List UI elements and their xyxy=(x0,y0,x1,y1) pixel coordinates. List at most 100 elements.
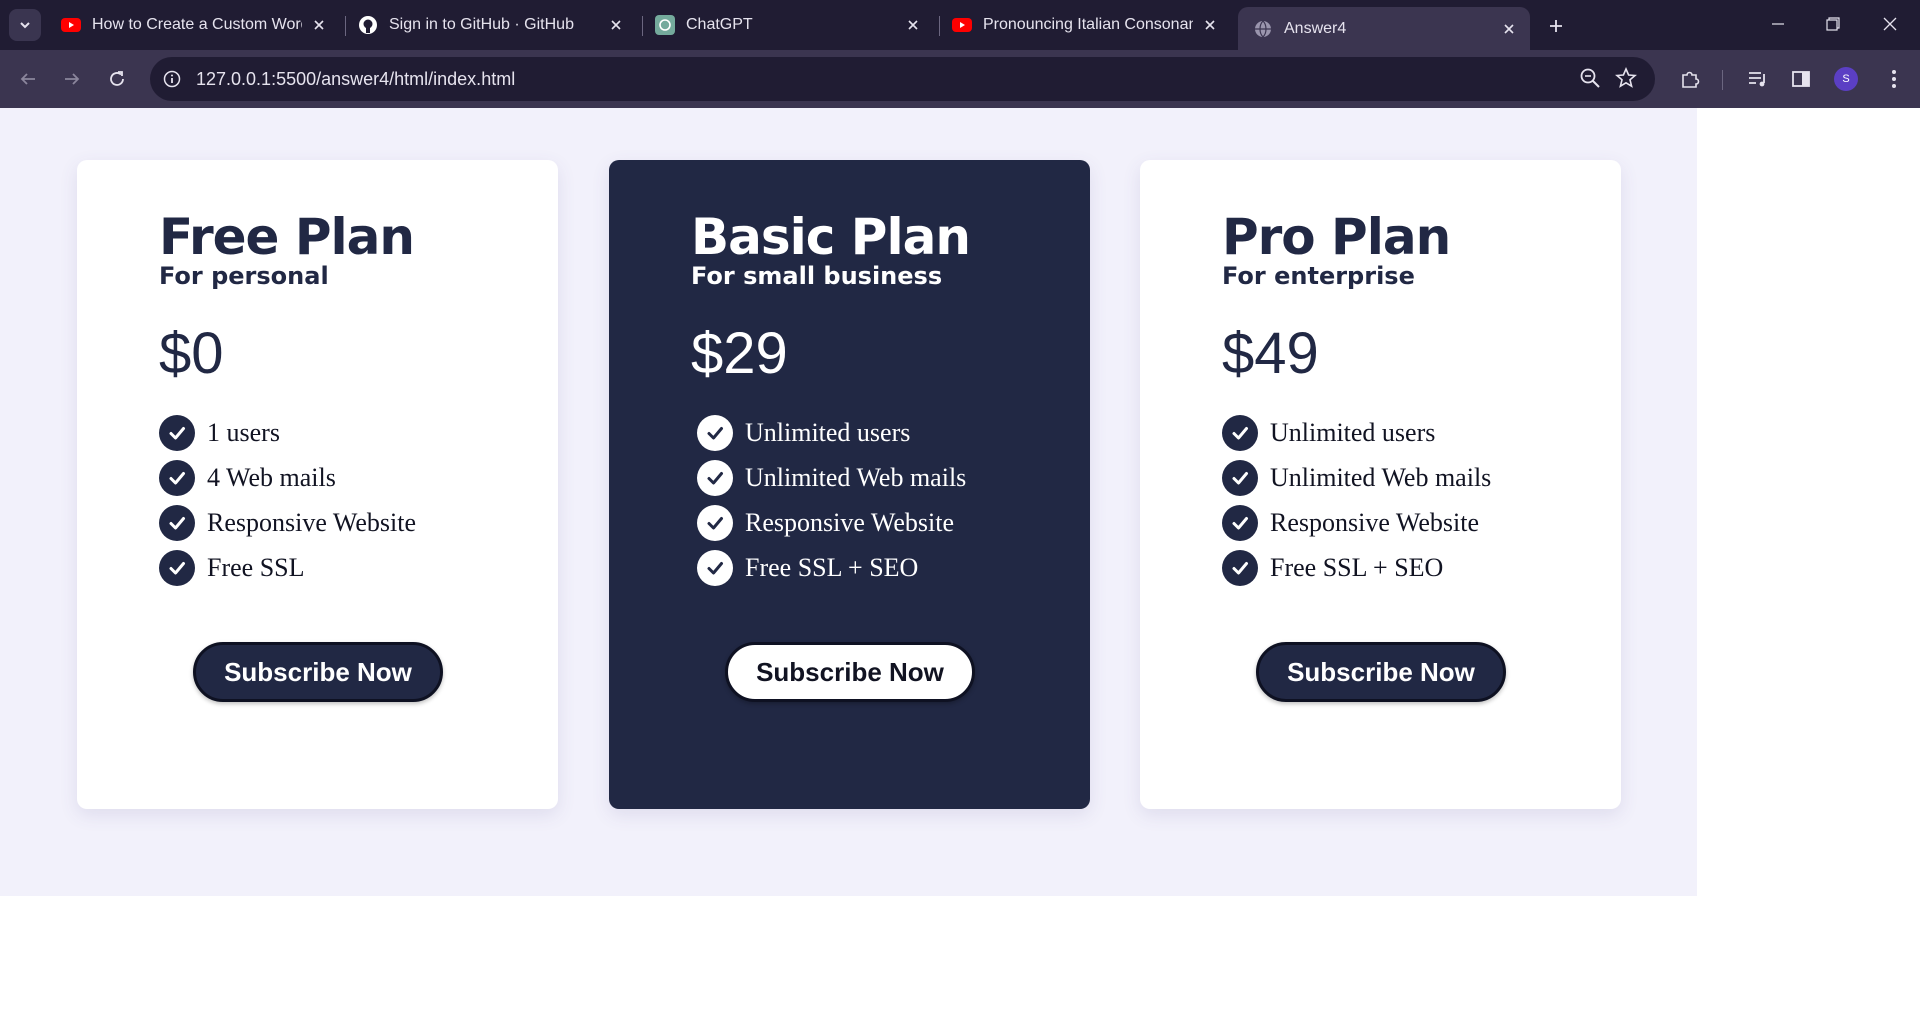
feature-text: Unlimited users xyxy=(745,417,911,447)
feature-list: 1 users 4 Web mails Responsive Website F… xyxy=(159,410,416,590)
check-circle-icon xyxy=(1222,414,1258,451)
media-controls-button[interactable] xyxy=(1743,65,1771,93)
subscribe-button[interactable]: Subscribe Now xyxy=(1256,642,1506,702)
feature-item: Unlimited users xyxy=(697,410,966,455)
feature-text: 1 users xyxy=(207,417,280,447)
youtube-icon xyxy=(60,14,82,36)
feature-item: 1 users xyxy=(159,410,416,455)
subscribe-button[interactable]: Subscribe Now xyxy=(725,642,975,702)
check-circle-icon xyxy=(697,549,733,586)
profile-avatar[interactable]: S xyxy=(1834,67,1858,91)
back-button[interactable] xyxy=(12,63,44,95)
browser-tab[interactable]: Sign in to GitHub · GitHub xyxy=(343,7,637,43)
feature-text: Responsive Website xyxy=(207,507,417,537)
check-circle-icon xyxy=(159,549,195,586)
plan-subtitle: For small business xyxy=(691,262,943,290)
check-circle-icon xyxy=(1222,459,1258,496)
arrow-left-icon xyxy=(20,73,35,85)
tab-search-button[interactable] xyxy=(9,9,41,41)
check-circle-icon xyxy=(697,459,733,496)
minimize-button[interactable] xyxy=(1760,8,1796,40)
pricing-card-free: Free Plan For personal $0 1 users 4 Web … xyxy=(77,160,558,809)
zoom-icon[interactable] xyxy=(1579,67,1603,91)
browser-tab[interactable]: Pronouncing Italian Consonants xyxy=(937,7,1231,43)
browser-menu-button[interactable] xyxy=(1880,65,1908,93)
tab-title: ChatGPT xyxy=(686,16,753,33)
github-icon xyxy=(357,14,379,36)
feature-text: Responsive Website xyxy=(745,507,955,537)
youtube-icon xyxy=(951,14,973,36)
bookmark-star-icon[interactable] xyxy=(1615,66,1639,91)
feature-list: Unlimited users Unlimited Web mails Resp… xyxy=(697,410,966,590)
forward-button[interactable] xyxy=(56,63,88,95)
tab-title: Pronouncing Italian Consonants xyxy=(983,16,1193,33)
close-window-button[interactable] xyxy=(1872,8,1908,40)
side-panel-button[interactable] xyxy=(1787,65,1815,93)
browser-tab-active[interactable]: Answer4 xyxy=(1238,7,1530,50)
close-icon[interactable] xyxy=(902,14,924,36)
feature-item: Responsive Website xyxy=(1222,500,1491,545)
pricing-page: Free Plan For personal $0 1 users 4 Web … xyxy=(0,108,1697,896)
feature-item: Unlimited Web mails xyxy=(1222,455,1491,500)
plan-price: $29 xyxy=(691,321,788,386)
plan-price: $0 xyxy=(159,321,224,386)
feature-text: 4 Web mails xyxy=(207,462,336,492)
extensions-button[interactable] xyxy=(1676,65,1704,93)
feature-text: Unlimited Web mails xyxy=(1270,462,1492,492)
close-icon xyxy=(1883,17,1897,31)
feature-item: Free SSL + SEO xyxy=(697,545,966,590)
check-circle-icon xyxy=(159,414,195,451)
check-circle-icon xyxy=(159,459,195,496)
toolbar-separator xyxy=(1722,70,1723,90)
check-circle-icon xyxy=(1222,504,1258,541)
tab-title: Sign in to GitHub · GitHub xyxy=(389,16,574,33)
more-vertical-icon xyxy=(1892,70,1896,88)
feature-text: Unlimited Web mails xyxy=(745,462,967,492)
feature-text: Responsive Website xyxy=(1270,507,1480,537)
plan-price: $49 xyxy=(1222,321,1319,386)
globe-icon xyxy=(1252,18,1274,40)
tab-title: How to Create a Custom WordP xyxy=(92,16,302,33)
feature-text: Unlimited users xyxy=(1270,417,1436,447)
pricing-card-basic: Basic Plan For small business $29 Unlimi… xyxy=(609,160,1090,809)
arrow-right-icon xyxy=(65,73,80,85)
queue-music-icon xyxy=(1749,72,1765,87)
browser-tab[interactable]: How to Create a Custom WordP xyxy=(46,7,340,43)
feature-item: Free SSL + SEO xyxy=(1222,545,1491,590)
address-bar[interactable]: 127.0.0.1:5500/answer4/html/index.html xyxy=(150,57,1655,101)
check-circle-icon xyxy=(697,414,733,451)
feature-text: Free SSL + SEO xyxy=(745,552,919,582)
puzzle-icon xyxy=(1682,71,1700,88)
reload-icon xyxy=(110,71,124,86)
check-circle-icon xyxy=(159,504,195,541)
feature-text: Free SSL xyxy=(207,552,305,582)
url-text[interactable]: 127.0.0.1:5500/answer4/html/index.html xyxy=(196,69,515,90)
feature-item: Responsive Website xyxy=(697,500,966,545)
plan-name: Free Plan xyxy=(159,208,415,266)
close-icon[interactable] xyxy=(1498,18,1520,40)
restore-button[interactable] xyxy=(1815,8,1851,40)
tab-title: Answer4 xyxy=(1284,19,1347,37)
close-icon[interactable] xyxy=(605,14,627,36)
reload-button[interactable] xyxy=(101,63,133,95)
chatgpt-icon xyxy=(654,14,676,36)
pricing-card-pro: Pro Plan For enterprise $49 Unlimited us… xyxy=(1140,160,1621,809)
feature-item: 4 Web mails xyxy=(159,455,416,500)
chevron-down-icon xyxy=(20,22,30,29)
feature-list: Unlimited users Unlimited Web mails Resp… xyxy=(1222,410,1491,590)
plan-subtitle: For personal xyxy=(159,262,329,290)
new-tab-button[interactable] xyxy=(1542,12,1570,40)
browser-toolbar: 127.0.0.1:5500/answer4/html/index.html S xyxy=(0,50,1920,108)
plan-name: Basic Plan xyxy=(691,208,971,266)
feature-item: Unlimited Web mails xyxy=(697,455,966,500)
subscribe-button[interactable]: Subscribe Now xyxy=(193,642,443,702)
side-panel-icon xyxy=(1792,71,1810,87)
plan-name: Pro Plan xyxy=(1222,208,1451,266)
close-icon[interactable] xyxy=(1199,14,1221,36)
close-icon[interactable] xyxy=(308,14,330,36)
check-circle-icon xyxy=(1222,549,1258,586)
plus-icon xyxy=(1550,20,1562,32)
feature-text: Free SSL + SEO xyxy=(1270,552,1444,582)
site-info-icon[interactable] xyxy=(160,67,184,91)
browser-tab[interactable]: ChatGPT xyxy=(640,7,934,43)
